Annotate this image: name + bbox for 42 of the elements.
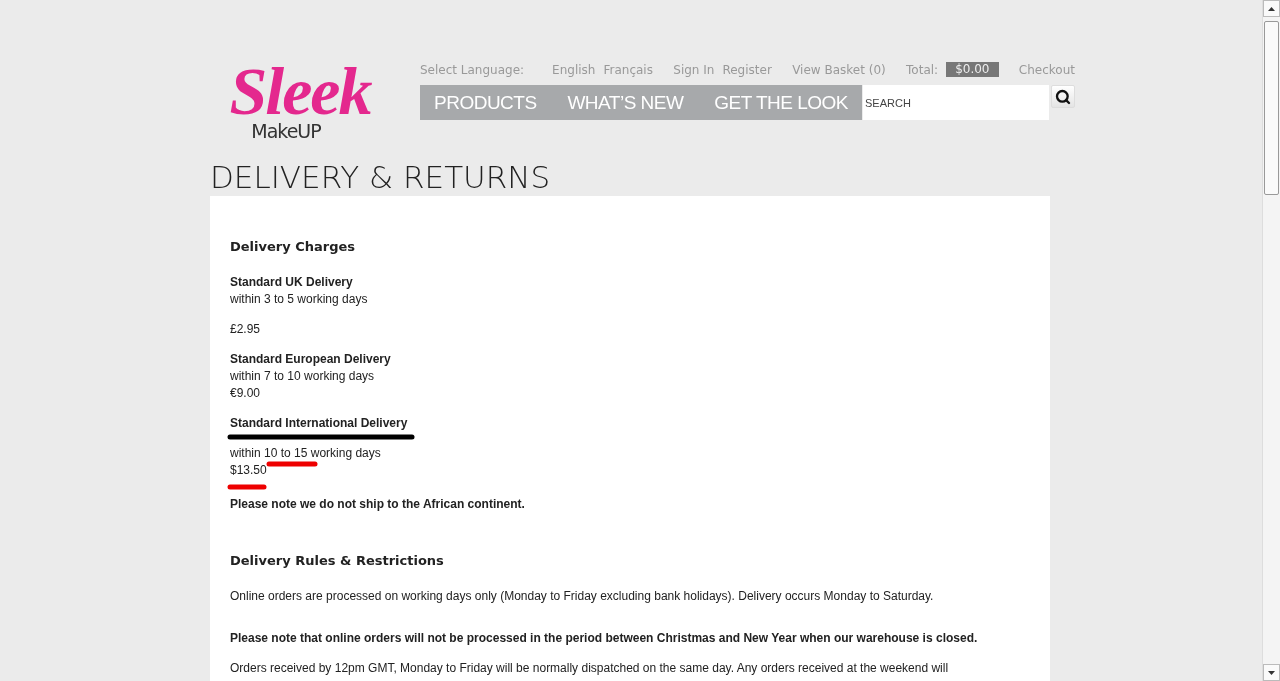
marker-stroke bbox=[227, 484, 267, 490]
body-text: within 3 to 5 working days bbox=[230, 291, 368, 308]
body-text: within 10 to 15 working days bbox=[230, 445, 381, 462]
bold-text: Please note that online orders will not be processed in the period between Christmas and New Year when our warehouse is closed. bbox=[230, 630, 978, 647]
language-label: Select Language: bbox=[420, 62, 525, 77]
bold-text: Standard European Delivery bbox=[230, 351, 391, 368]
account-link[interactable]: Sign In bbox=[673, 62, 715, 77]
marker-stroke bbox=[266, 461, 318, 467]
logo[interactable]: Sleek MakeUP bbox=[210, 62, 390, 142]
body-text: Online orders are processed on working days only (Monday to Friday excluding bank holidays). Delivery occurs Monday to Saturday. bbox=[230, 588, 934, 605]
total-value: $0.00 bbox=[946, 62, 999, 77]
checkout-link[interactable]: Checkout bbox=[1018, 62, 1075, 77]
section-heading: Delivery Rules & Restrictions bbox=[230, 553, 445, 568]
logo-script: Sleek bbox=[229, 62, 371, 120]
scrollbar[interactable] bbox=[1262, 0, 1280, 681]
search-button[interactable] bbox=[1051, 85, 1075, 108]
body-text: $13.50 bbox=[230, 462, 267, 479]
body-text: €9.00 bbox=[230, 385, 261, 402]
section-heading: Delivery Charges bbox=[230, 239, 357, 254]
nav-item[interactable]: WHAT’S NEW bbox=[567, 91, 684, 114]
body-text: Orders received by 12pm GMT, Monday to Friday will be normally dispatched on the same day. Any orders received at the weekend will bbox=[230, 660, 949, 677]
page-title: DELIVERY & RETURNS bbox=[210, 158, 552, 196]
logo-subtitle: MakeUP bbox=[251, 120, 321, 142]
language-link[interactable]: English bbox=[552, 62, 596, 77]
search-field[interactable]: SEARCH bbox=[863, 85, 1049, 120]
account-link[interactable]: Register bbox=[722, 62, 772, 77]
bold-text: Standard International Delivery bbox=[230, 415, 408, 432]
up-arrow-icon bbox=[1268, 6, 1275, 11]
down-arrow-icon bbox=[1268, 670, 1275, 675]
scroll-thumb[interactable] bbox=[1264, 21, 1279, 195]
basket-link[interactable]: View Basket (0) bbox=[792, 62, 886, 77]
nav-item[interactable]: GET THE LOOK bbox=[714, 91, 848, 114]
scroll-up-button[interactable] bbox=[1263, 0, 1280, 17]
body-text: within 7 to 10 working days bbox=[230, 368, 375, 385]
search-icon bbox=[1055, 88, 1071, 105]
body-text: £2.95 bbox=[230, 321, 261, 338]
nav-item[interactable]: PRODUCTS bbox=[434, 91, 537, 114]
bold-text: Standard UK Delivery bbox=[230, 274, 353, 291]
language-link[interactable]: Français bbox=[603, 62, 653, 77]
bold-text: Please note we do not ship to the African continent. bbox=[230, 496, 525, 513]
scroll-down-button[interactable] bbox=[1263, 664, 1280, 681]
total-label: Total: bbox=[906, 62, 939, 77]
